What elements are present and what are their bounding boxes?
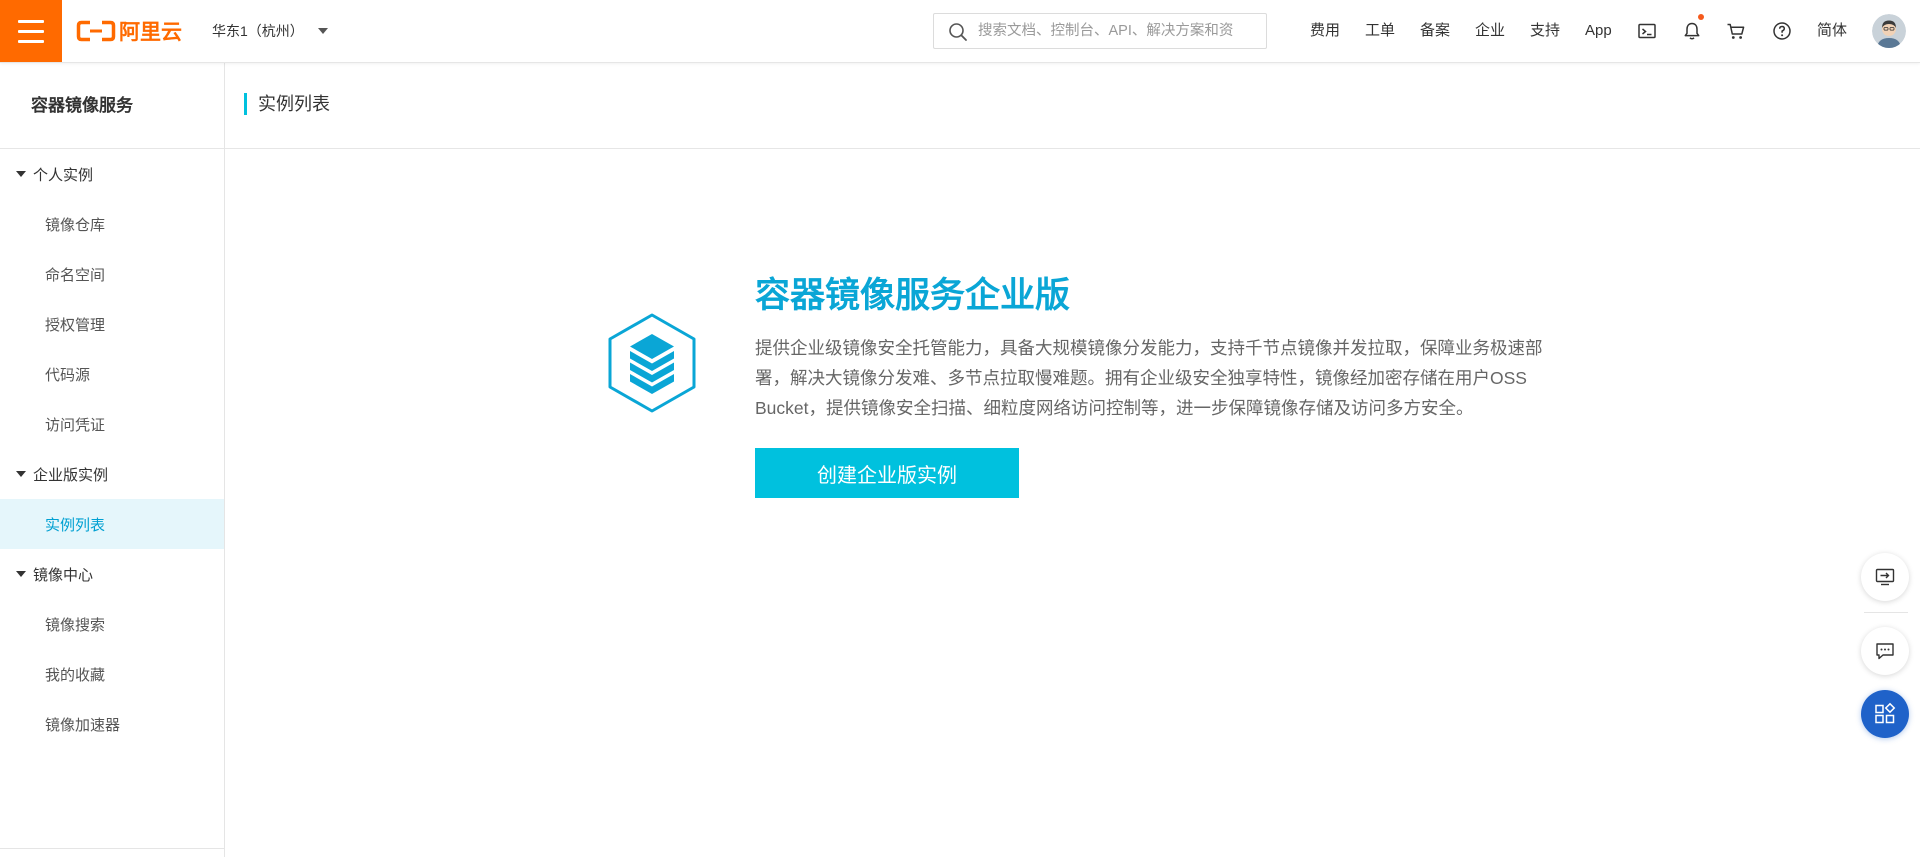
main-menu-button[interactable]	[0, 0, 62, 62]
cart-icon[interactable]	[1726, 21, 1746, 41]
floating-tool-display[interactable]	[1861, 553, 1909, 601]
global-search[interactable]	[933, 13, 1267, 49]
aliyun-logo-icon	[76, 20, 116, 42]
sidebar-group-personal-instances[interactable]: 个人实例	[0, 149, 224, 199]
sidebar-item-label: 镜像加速器	[45, 716, 121, 734]
nav-app[interactable]: App	[1585, 0, 1616, 62]
sidebar-item-authorization[interactable]: 授权管理	[0, 299, 224, 349]
sidebar-item-label: 镜像搜索	[45, 616, 106, 634]
search-icon	[949, 23, 967, 41]
notification-dot	[1698, 14, 1704, 20]
main-content: 实例列表	[225, 63, 1920, 857]
search-input[interactable]	[978, 14, 1258, 48]
sidebar-item-label: 访问凭证	[45, 416, 106, 434]
caret-down-icon	[16, 171, 26, 177]
sidebar-item-label: 授权管理	[45, 316, 106, 334]
terminal-icon[interactable]	[1637, 21, 1657, 41]
sidebar-item-repositories[interactable]: 镜像仓库	[0, 199, 224, 249]
floating-tool-chat[interactable]	[1861, 627, 1909, 675]
sidebar-item-instance-list[interactable]: 实例列表	[0, 499, 224, 549]
apps-grid-icon	[1875, 702, 1896, 724]
aliyun-logo[interactable]: 阿里云	[76, 0, 182, 62]
hero-description-line: 提供企业级镜像安全托管能力，具备大规模镜像分发能力，支持千节点镜像并发拉取，保障…	[755, 338, 1543, 358]
hero-title: 容器镜像服务企业版	[755, 276, 1071, 315]
sidebar-item-image-search[interactable]: 镜像搜索	[0, 599, 224, 649]
language-switch[interactable]: 简体	[1817, 0, 1847, 62]
caret-down-icon	[16, 471, 26, 477]
help-circle-icon[interactable]	[1772, 21, 1792, 41]
floating-tools-divider	[1864, 612, 1908, 613]
sidebar-group-label: 个人实例	[33, 166, 94, 184]
hero-description: 提供企业级镜像安全托管能力，具备大规模镜像分发能力，支持千节点镜像并发拉取，保障…	[755, 333, 1543, 423]
floating-tool-apps[interactable]	[1861, 690, 1909, 738]
region-label: 华东1（杭州）	[212, 23, 304, 39]
chat-bubble-icon	[1876, 643, 1894, 660]
sidebar-item-label: 命名空间	[45, 266, 106, 284]
region-selector[interactable]: 华东1（杭州）	[212, 0, 328, 62]
nav-icp-filing[interactable]: 备案	[1420, 0, 1451, 62]
sidebar-item-image-accelerator[interactable]: 镜像加速器	[0, 699, 224, 749]
sidebar-item-label: 镜像仓库	[45, 216, 106, 234]
create-enterprise-instance-button[interactable]: 创建企业版实例	[755, 448, 1019, 498]
sidebar: 容器镜像服务 个人实例 镜像仓库 命名空间 授权管理 代码源 访问凭证 企业版实…	[0, 63, 225, 857]
sidebar-item-namespaces[interactable]: 命名空间	[0, 249, 224, 299]
monitor-arrow-icon	[1875, 568, 1895, 586]
caret-down-icon	[317, 28, 328, 34]
sidebar-title: 容器镜像服务	[0, 63, 224, 149]
sidebar-item-code-sources[interactable]: 代码源	[0, 349, 224, 399]
logo-text: 阿里云	[119, 21, 182, 44]
sidebar-item-label: 代码源	[45, 366, 91, 384]
sidebar-item-favorites[interactable]: 我的收藏	[0, 649, 224, 699]
bell-icon[interactable]	[1682, 21, 1702, 41]
sidebar-item-access-credentials[interactable]: 访问凭证	[0, 399, 224, 449]
sidebar-item-label: 实例列表	[45, 516, 106, 534]
page-header: 实例列表	[225, 63, 1920, 149]
sidebar-group-image-center[interactable]: 镜像中心	[0, 549, 224, 599]
hamburger-icon-line	[18, 40, 44, 43]
sidebar-item-label: 我的收藏	[45, 666, 106, 684]
user-avatar-image	[1872, 14, 1906, 48]
hero-description-line: 署，解决大镜像分发难、多节点拉取慢难题。拥有企业级安全独享特性，镜像经加密存储在…	[755, 368, 1527, 388]
hamburger-icon	[18, 20, 44, 23]
sidebar-footer	[0, 848, 224, 857]
page-title: 实例列表	[258, 94, 330, 114]
sidebar-group-enterprise-instances[interactable]: 企业版实例	[0, 449, 224, 499]
sidebar-group-label: 镜像中心	[33, 566, 94, 584]
title-accent-bar	[244, 93, 247, 115]
caret-down-icon	[16, 571, 26, 577]
sidebar-group-label: 企业版实例	[33, 466, 109, 484]
avatar[interactable]	[1872, 14, 1906, 48]
nav-tickets[interactable]: 工单	[1365, 0, 1396, 62]
hamburger-icon-line	[18, 30, 44, 33]
container-registry-icon	[608, 313, 696, 413]
top-nav-links: 费用 工单 备案 企业 支持 App	[1310, 0, 1616, 62]
nav-billing[interactable]: 费用	[1310, 0, 1341, 62]
nav-support[interactable]: 支持	[1530, 0, 1561, 62]
hero-description-line: Bucket，提供镜像安全扫描、细粒度网络访问控制等，进一步保障镜像存储及访问多…	[755, 398, 1474, 418]
nav-enterprise[interactable]: 企业	[1475, 0, 1506, 62]
top-navigation-bar: 阿里云 华东1（杭州） 费用 工单 备案 企业 支持 App	[0, 0, 1920, 63]
